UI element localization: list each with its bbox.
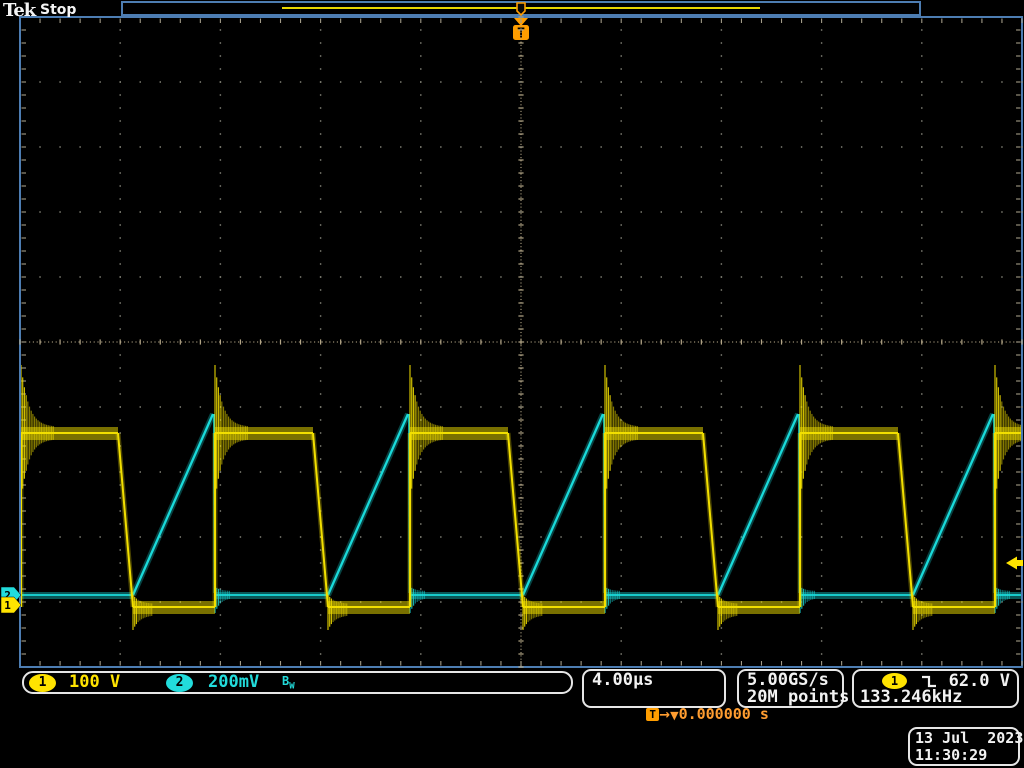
ch1-scale-readout: 100 V [69,673,120,692]
ch2-bandwidth-limit-indicator: BW [282,674,295,691]
acquisition-status: Stop [40,2,76,18]
trigger-position-readout: T→▼0.000000 s [584,689,724,706]
arrow-right-icon: → [659,708,670,723]
trigger-readout-box: 1 62.0 V 133.246kHz [852,669,1019,708]
trigger-t-icon: T [646,708,659,721]
svg-text:1: 1 [4,599,11,612]
vertical-readout-box: 1 100 V 2 200mV BW [22,671,573,694]
tek-logo: Tek [3,0,35,21]
brand-area: Tek [3,0,35,18]
channel-markers: 21 [1,587,21,613]
ch2-badge: 2 [166,674,193,692]
datetime-box: 13 Jul 2023 11:30:29 [908,727,1020,766]
record-length-readout: 20M points [739,689,842,706]
ch2-scale-readout: 200mV [208,673,259,692]
arrow-down-icon: ▼ [670,709,678,722]
acquisition-readout-box: 5.00GS/s 20M points [737,669,844,708]
scope-display: T 21 [0,0,1024,768]
date-text: 13 Jul 2023 [910,730,1018,747]
horizontal-readout-box: 4.00µs T→▼0.000000 s [582,669,726,708]
horizontal-scale-readout: 4.00µs [584,672,724,689]
trigger-level-arrow [1006,557,1023,570]
record-view-bar [122,2,920,15]
ch1-badge: 1 [29,674,56,692]
trigger-frequency-readout: 133.246kHz [854,689,1017,706]
bw-sub-letter: W [289,681,294,691]
time-text: 11:30:29 [910,747,1018,764]
oscilloscope-screen: T 21 Tek Stop 1 100 V 2 200mV BW 4.00µs … [0,0,1024,768]
